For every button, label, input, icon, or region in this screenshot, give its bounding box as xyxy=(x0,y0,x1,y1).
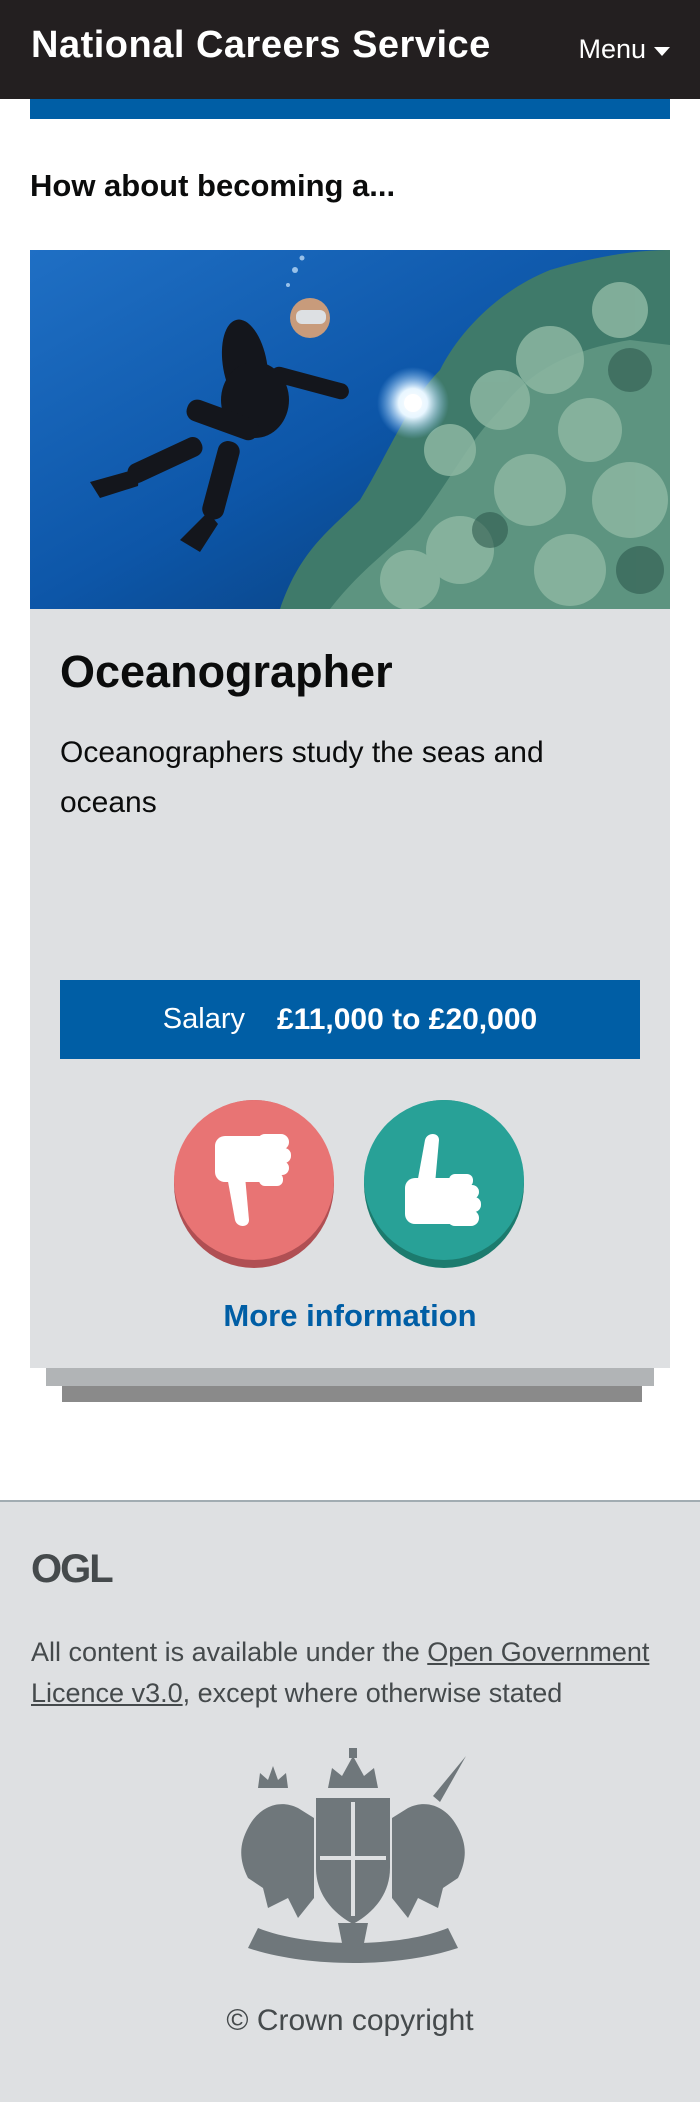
card-stack-shadow-front xyxy=(46,1368,654,1386)
dislike-button[interactable] xyxy=(174,1100,334,1268)
thumbs-down-icon xyxy=(215,1134,291,1226)
svg-text:OGL: OGL xyxy=(31,1548,113,1586)
header-accent-bar xyxy=(30,99,670,119)
licence-prefix: All content is available under the xyxy=(31,1637,428,1667)
menu-button[interactable]: Menu xyxy=(578,34,670,65)
career-card: Oceanographer Oceanographers study the s… xyxy=(30,250,670,1368)
licence-suffix: , except where otherwise stated xyxy=(182,1678,563,1708)
more-information-link[interactable]: More information xyxy=(30,1298,670,1334)
crown-copyright: © Crown copyright xyxy=(226,2004,474,2037)
site-footer: OGL All content is available under the O… xyxy=(0,1500,700,2102)
site-title-link[interactable]: National Careers Service xyxy=(31,24,491,67)
site-header: National Careers Service Menu xyxy=(0,0,700,99)
thumbs-up-icon xyxy=(405,1134,481,1226)
salary-label: Salary xyxy=(162,1003,245,1035)
ogl-logo: OGL xyxy=(31,1547,115,1591)
salary-bar: Salary £11,000 to £20,000 xyxy=(60,980,640,1059)
royal-coat-of-arms-icon xyxy=(228,1748,478,1983)
salary-value: £11,000 to £20,000 xyxy=(276,1002,538,1036)
menu-label: Menu xyxy=(578,34,646,64)
intro-heading: How about becoming a... xyxy=(30,168,396,203)
caret-down-icon xyxy=(654,46,670,56)
career-description: Oceanographers study the seas and oceans xyxy=(60,736,544,819)
like-button[interactable] xyxy=(364,1100,524,1268)
career-image xyxy=(30,250,670,609)
card-stack-shadow-back xyxy=(62,1384,642,1402)
career-title: Oceanographer xyxy=(60,646,393,697)
licence-text: All content is available under the Open … xyxy=(31,1632,671,1714)
